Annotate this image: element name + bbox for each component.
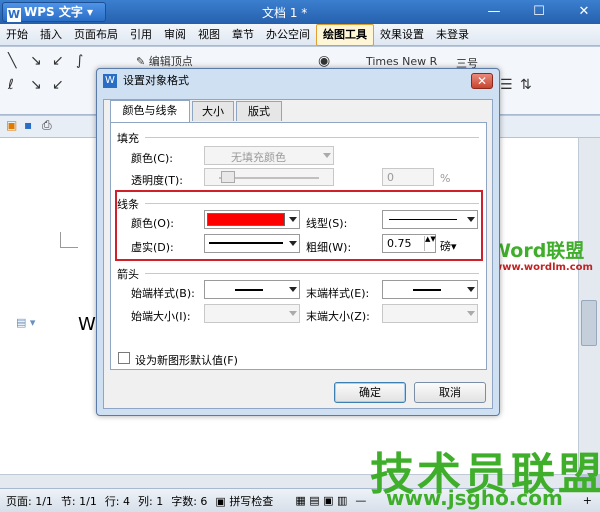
fill-color-value: 无填充颜色 [231,151,286,164]
status-row: 行: 4 [104,494,131,508]
end-style-preview [413,289,441,291]
begin-size-select[interactable] [204,304,300,323]
arrow-tool-icon[interactable]: ↘ [30,53,42,69]
menu-view[interactable]: 视图 [192,25,226,45]
elbow-connector-icon[interactable]: ↙ [52,77,64,93]
begin-style-select[interactable] [204,280,300,299]
freeform-tool-icon[interactable]: ℓ [8,77,14,93]
spell-check-label: 拼写检查 [229,494,274,508]
dialog-title: 设置对象格式 [123,74,189,87]
fill-divider [145,137,479,138]
save-icon[interactable]: ▪ [24,118,32,132]
tab-colors-lines[interactable]: 颜色与线条 [110,100,190,122]
dialog-close-icon[interactable]: ✕ [471,73,493,89]
fill-color-select[interactable]: 无填充颜色 [204,146,334,165]
default-checkbox[interactable] [118,352,130,364]
wps-menu-label: WPS 文字 [24,5,83,19]
menu-bar: 开始 插入 页面布局 引用 审阅 视图 章节 办公空间 绘图工具 效果设置 未登… [0,23,600,46]
scroll-thumb[interactable] [581,300,597,346]
menu-effects[interactable]: 效果设置 [374,25,430,45]
double-arrow-icon[interactable]: ↙ [52,53,64,69]
watermark-url-large: www.jsgho.com [386,486,563,510]
document-title: 文档 1 * [262,6,308,20]
menu-page-layout[interactable]: 页面布局 [68,25,124,45]
menu-references[interactable]: 引用 [124,25,158,45]
menu-chapter[interactable]: 章节 [226,25,260,45]
end-style-select[interactable] [382,280,478,299]
open-icon[interactable]: ▣ [6,118,17,132]
status-char-count: 字数: 6 [171,494,208,508]
view-mode-icon[interactable]: ▦ ▤ ▣ ▥ [295,494,347,507]
spell-check-button[interactable]: ▣ 拼写检查 [215,493,273,509]
paragraph-icon[interactable]: ▤ ▾ [16,316,35,329]
transparency-unit: % [440,172,451,185]
close-icon[interactable]: ✕ [572,3,596,21]
window-controls: — ☐ ✕ [482,3,596,21]
default-checkbox-label: 设为新图形默认值(F) [135,354,238,367]
line-tool-icon[interactable]: ╲ [8,53,16,69]
curve-tool-icon[interactable]: ∫ [76,53,83,69]
slider-thumb[interactable] [221,171,235,183]
zoom-out-icon[interactable]: — [355,494,366,507]
watermark-brand-text: Word联盟 [490,240,585,262]
menu-insert[interactable]: 插入 [34,25,68,45]
menu-review[interactable]: 审阅 [158,25,192,45]
minimize-icon[interactable]: — [482,3,506,21]
begin-size-label: 始端大小(I): [131,310,191,323]
begin-style-label: 始端样式(B): [131,287,195,300]
tab-layout[interactable]: 版式 [236,101,282,121]
highlight-box [115,190,483,261]
tab-size[interactable]: 大小 [192,101,234,121]
status-page: 页面: 1/1 [6,494,53,508]
align-icon[interactable]: ☰ [500,77,513,93]
wps-logo-icon: W [7,8,21,22]
end-size-select[interactable] [382,304,478,323]
login-link[interactable]: 未登录 [430,25,475,45]
cancel-button[interactable]: 取消 [414,382,486,403]
maximize-icon[interactable]: ☐ [527,3,551,21]
watermark-brand: Word联盟 [490,236,584,263]
connector-icon[interactable]: ↘ [30,77,42,93]
status-section: 节: 1/1 [60,494,97,508]
wps-menu-button[interactable]: W WPS 文字 ▾ [2,2,106,22]
edit-vertex-button[interactable]: ✎ 编辑顶点 [136,53,193,69]
document-text: W [78,314,96,335]
watermark-url: www.wordlm.com [493,262,593,273]
end-style-label: 末端样式(E): [306,287,370,300]
status-column: 列: 1 [138,494,164,508]
transparency-value: 0 [387,171,394,184]
fill-section-header: 填充 [117,132,139,145]
transparency-slider[interactable] [204,168,334,186]
line-spacing-icon[interactable]: ⇅ [520,77,532,93]
print-icon[interactable]: ⎙ [42,118,52,133]
arrows-divider [145,273,479,274]
menu-home[interactable]: 开始 [0,25,34,45]
transparency-label: 透明度(T): [131,174,184,187]
begin-style-preview [235,289,263,291]
menu-office-space[interactable]: 办公空间 [260,25,316,45]
transparency-input[interactable]: 0 [382,168,434,186]
menu-drawing-tools[interactable]: 绘图工具 [316,23,374,46]
arrows-section-header: 箭头 [117,268,139,281]
fill-color-label: 颜色(C): [131,152,173,165]
shape-icon[interactable]: ◉ [318,53,330,69]
margin-mark [60,232,78,248]
end-size-label: 末端大小(Z): [306,310,370,323]
edit-vertex-label: 编辑顶点 [148,55,193,68]
font-name-box[interactable]: Times New R [366,55,437,68]
ok-button[interactable]: 确定 [334,382,406,403]
